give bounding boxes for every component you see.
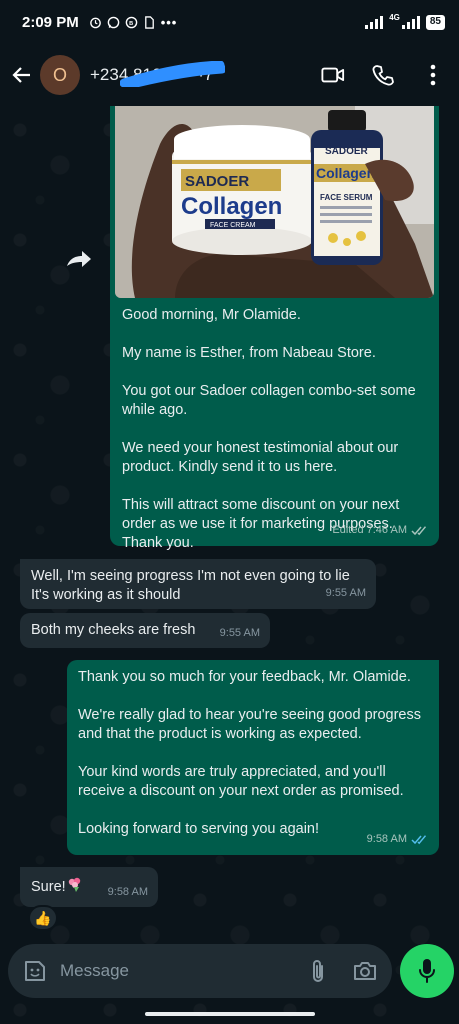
voice-call-icon [372, 65, 394, 86]
message-paragraph: Thank you so much for your feedback, Mr.… [78, 669, 411, 685]
message-meta: 9:55 AM [220, 624, 260, 643]
message-meta: 9:58 AM [367, 830, 429, 849]
message-paragraph: We're really glad to hear you're seeing … [78, 707, 421, 742]
product-photo[interactable]: SADOER Collagen FACE CREAM SADOER Collag… [115, 104, 434, 298]
status-time: 2:09 PM [22, 13, 79, 31]
message-text: Both my cheeks are fresh [31, 622, 196, 638]
file-icon [144, 15, 154, 29]
jar-subtitle: FACE CREAM [210, 222, 256, 229]
serum-title: Collagen [316, 165, 375, 181]
avatar[interactable]: O [40, 55, 80, 95]
jar-title: Collagen [181, 193, 282, 220]
message-composer[interactable]: Message [8, 944, 392, 998]
incoming-message[interactable]: Sure! 9:58 AM [20, 867, 158, 907]
caption-paragraph: My name is Esther, from Nabeau Store. [122, 345, 376, 361]
outgoing-message[interactable]: Thank you so much for your feedback, Mr.… [67, 660, 439, 855]
redaction-scribble [120, 61, 225, 87]
message-text-wrapper: Sure! [31, 877, 84, 897]
caption-paragraph: Good morning, Mr Olamide. [122, 307, 301, 323]
message-caption: Good morning, Mr Olamide. My name is Est… [122, 306, 428, 553]
network-type: 4G [389, 13, 400, 22]
message-meta: 9:55 AM [326, 584, 366, 603]
product-photo-drawing: SADOER Collagen FACE CREAM SADOER Collag… [115, 104, 434, 298]
video-call-button[interactable] [321, 63, 345, 87]
video-call-icon [321, 67, 345, 83]
message-timestamp: 9:55 AM [219, 627, 260, 639]
serum-subtitle: FACE SERUM [320, 193, 373, 202]
message-text: Sure! [31, 879, 66, 895]
serum-brand: SADOER [325, 146, 369, 157]
outgoing-image-message[interactable]: SADOER Collagen FACE CREAM SADOER Collag… [110, 104, 439, 551]
incoming-message[interactable]: Both my cheeks are fresh 9:55 AM [20, 613, 270, 648]
voice-message-button[interactable] [400, 944, 454, 998]
message-timestamp: Edited 7:46 AM [332, 524, 407, 536]
overflow-menu-button[interactable] [421, 63, 445, 87]
message-timestamp: 9:58 AM [366, 833, 407, 845]
signal-icon [365, 15, 384, 29]
sticker-icon[interactable] [22, 958, 48, 984]
back-button[interactable] [8, 61, 36, 89]
message-input[interactable]: Message [60, 961, 129, 981]
camera-icon[interactable] [352, 960, 378, 982]
caption-paragraph: You got our Sadoer collagen combo-set so… [122, 383, 416, 418]
jar-brand: SADOER [185, 173, 249, 190]
thumbs-up-icon: 👍 [34, 909, 52, 926]
message-timestamp: 9:58 AM [107, 886, 148, 898]
svg-text:B: B [129, 20, 133, 26]
voice-call-button[interactable] [371, 63, 395, 87]
forward-icon[interactable] [64, 248, 94, 272]
whatsapp-icon [107, 16, 120, 28]
alarm-icon [89, 17, 101, 28]
caption-paragraph: We need your honest testimonial about ou… [122, 440, 399, 475]
paperclip-icon[interactable] [310, 958, 326, 984]
contact-name-wrapper[interactable]: +234 816 ·· ·· ·7 [90, 61, 225, 87]
message-text: Well, I'm seeing progress I'm not even g… [31, 568, 350, 603]
chat-header: O +234 816 ·· ·· ·7 [0, 44, 459, 106]
message-meta: Edited 7:46 AM [332, 521, 429, 540]
double-check-icon [411, 526, 427, 536]
message-paragraph: Your kind words are truly appreciated, a… [78, 764, 404, 799]
double-check-read-icon [411, 835, 427, 845]
message-meta: 9:58 AM [108, 883, 148, 902]
overflow-menu-icon [430, 64, 436, 86]
message-timestamp: 9:55 AM [325, 587, 366, 599]
more-dots-icon: ••• [160, 14, 178, 30]
battery-indicator: 85 [425, 14, 445, 30]
signal-icon-2 [401, 15, 420, 29]
bouquet-emoji [68, 877, 80, 892]
message-body: Thank you so much for your feedback, Mr.… [78, 668, 428, 839]
whatsapp-business-icon: B [125, 16, 138, 28]
home-indicator [145, 1012, 315, 1016]
arrow-left-icon [12, 67, 30, 83]
incoming-message[interactable]: Well, I'm seeing progress I'm not even g… [20, 559, 376, 609]
status-bar: 2:09 PM B ••• 4G 85 [0, 0, 459, 44]
microphone-icon [419, 959, 435, 983]
message-reaction[interactable]: 👍 [28, 905, 58, 931]
